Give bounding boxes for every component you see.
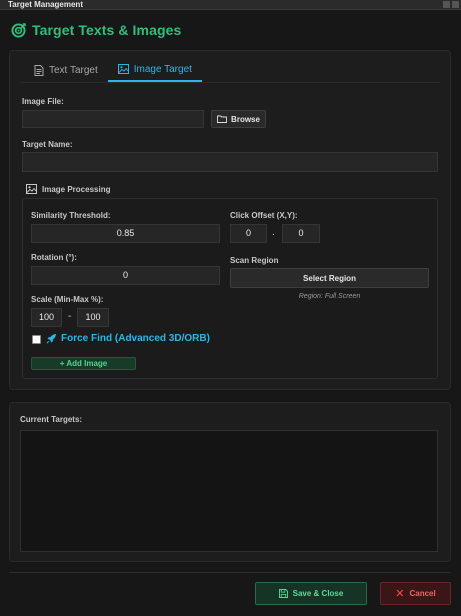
save-icon <box>278 589 288 598</box>
browse-label: Browse <box>231 114 260 124</box>
add-image-label: + Add Image <box>59 359 108 368</box>
folder-icon <box>217 115 227 123</box>
window-controls <box>443 1 459 8</box>
target-tabs: Text Target Image Target <box>24 58 202 82</box>
rotation-input[interactable]: 0 <box>31 266 220 285</box>
minimize-button[interactable] <box>443 1 450 8</box>
footer-divider <box>9 572 451 573</box>
page-title: Target Texts & Images <box>32 22 182 38</box>
cancel-button[interactable]: ✕ Cancel <box>380 582 451 605</box>
target-icon <box>11 22 26 38</box>
window-title: Target Management <box>8 0 83 9</box>
image-file-input[interactable] <box>22 110 204 128</box>
similarity-label: Similarity Threshold: <box>31 211 111 220</box>
image-file-label: Image File: <box>22 97 64 106</box>
save-close-label: Save & Close <box>292 589 344 598</box>
browse-button[interactable]: Browse <box>211 110 266 128</box>
select-region-label: Select Region <box>303 273 356 283</box>
force-find-checkbox[interactable] <box>32 335 41 344</box>
cancel-label: Cancel <box>409 589 436 598</box>
click-offset-x-input[interactable]: 0 <box>230 224 267 243</box>
save-close-button[interactable]: Save & Close <box>255 582 367 605</box>
tab-image-target-label: Image Target <box>133 63 192 75</box>
scale-min-input[interactable]: 100 <box>31 308 62 327</box>
current-targets-list[interactable] <box>20 430 438 552</box>
page-header: Target Texts & Images <box>11 22 181 38</box>
image-icon <box>117 64 129 74</box>
target-name-input[interactable] <box>22 152 438 172</box>
current-targets-label: Current Targets: <box>20 415 83 424</box>
close-window-button[interactable] <box>452 1 459 8</box>
scale-max-input[interactable]: 100 <box>77 308 109 327</box>
click-offset-label: Click Offset (X,Y): <box>230 211 298 220</box>
image-icon <box>26 184 37 194</box>
similarity-input[interactable]: 0.85 <box>31 224 220 243</box>
tab-image-target[interactable]: Image Target <box>107 58 202 82</box>
click-offset-y-input[interactable]: 0 <box>282 224 320 243</box>
force-find-label[interactable]: Force Find (Advanced 3D/ORB) <box>46 333 210 344</box>
tab-text-target[interactable]: Text Target <box>24 58 108 82</box>
force-find-text: Force Find (Advanced 3D/ORB) <box>61 333 210 344</box>
click-offset-separator: . <box>272 227 275 238</box>
scan-region-label: Scan Region <box>230 256 279 265</box>
tab-text-target-label: Text Target <box>49 64 98 76</box>
window-titlebar: Target Management <box>0 0 461 10</box>
text-file-icon <box>34 64 44 76</box>
region-status: Region: Full Screen <box>298 293 361 300</box>
scale-separator: - <box>68 311 72 322</box>
image-processing-title: Image Processing <box>42 184 111 194</box>
rocket-icon <box>46 333 57 344</box>
target-name-label: Target Name: <box>22 140 73 149</box>
image-processing-heading: Image Processing <box>26 184 110 194</box>
tab-divider <box>20 82 440 83</box>
scale-label: Scale (Min-Max %): <box>31 295 104 304</box>
rotation-label: Rotation (°): <box>31 253 77 262</box>
select-region-button[interactable]: Select Region <box>230 268 429 288</box>
close-icon: ✕ <box>395 588 405 600</box>
add-image-button[interactable]: + Add Image <box>31 357 136 370</box>
